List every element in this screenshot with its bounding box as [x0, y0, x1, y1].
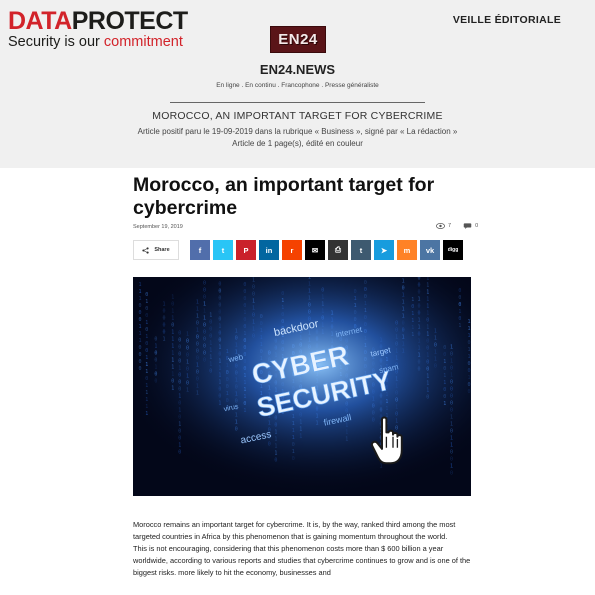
- article-paragraph-1: Morocco remains an important target for …: [133, 520, 456, 541]
- mix-icon: m: [403, 245, 411, 255]
- header-divider: [170, 102, 425, 103]
- twitter-icon: t: [221, 245, 225, 255]
- print-share-button[interactable]: ⎙: [328, 240, 348, 260]
- logo-text-protect: PROTECT: [71, 7, 188, 35]
- clipping-header: DATAPROTECT Security is our commitment V…: [0, 0, 595, 168]
- share-button[interactable]: Share: [133, 240, 179, 260]
- share-label: Share: [154, 247, 170, 253]
- publication-description: En ligne . En continu . Francophone . Pr…: [216, 82, 379, 89]
- clipping-meta-line1: Article positif paru le 19-09-2019 dans …: [137, 127, 458, 136]
- eye-icon: [436, 223, 445, 229]
- publication-name: EN24.NEWS: [259, 62, 336, 77]
- pinterest-icon: P: [243, 245, 249, 255]
- digg-icon: digg: [447, 247, 459, 253]
- social-share-buttons: f t Pin r ✉ ⎙ t ➤ m vk digg: [190, 240, 463, 260]
- cyber-security-illustration: 1110001110000010010100111011111010010010…: [133, 277, 471, 496]
- views-value: 7: [448, 223, 452, 229]
- article-body: Morocco remains an important target for …: [133, 519, 478, 579]
- tagline-accent: commitment: [103, 34, 183, 50]
- digg-share-button[interactable]: digg: [443, 240, 463, 260]
- telegram-icon: ➤: [380, 245, 388, 255]
- telegram-share-button[interactable]: ➤: [374, 240, 394, 260]
- en24-logo-text: EN24: [278, 31, 318, 48]
- dataprotect-logo: DATAPROTECT Security is our commitment: [8, 8, 188, 50]
- email-icon: ✉: [311, 245, 319, 255]
- twitter-share-button[interactable]: t: [213, 240, 233, 260]
- vk-icon: vk: [425, 245, 435, 255]
- linkedin-share-button[interactable]: in: [259, 240, 279, 260]
- veille-editoriale-label: VEILLE ÉDITORIALE: [452, 14, 561, 26]
- clipping-meta-line2: Article de 1 page(s), édité en couleur: [232, 139, 363, 148]
- vk-share-button[interactable]: vk: [420, 240, 440, 260]
- article-title: Morocco, an important target for cybercr…: [133, 174, 435, 219]
- tagline-prefix: Security is our: [8, 34, 104, 50]
- article-date: September 19, 2019: [133, 224, 183, 230]
- article-stats: 7 0: [436, 223, 478, 229]
- reddit-share-button[interactable]: r: [282, 240, 302, 260]
- tumblr-icon: t: [359, 245, 363, 255]
- article-paragraph-2: This is not encouraging, considering tha…: [133, 544, 471, 577]
- mix-share-button[interactable]: m: [397, 240, 417, 260]
- email-share-button[interactable]: ✉: [305, 240, 325, 260]
- linkedin-icon: in: [265, 245, 273, 255]
- logo-text-data: DATA: [8, 7, 72, 35]
- comments-count[interactable]: 0: [463, 223, 478, 229]
- print-icon: ⎙: [335, 245, 341, 254]
- clipping-meta: Article positif paru le 19-09-2019 dans …: [0, 126, 595, 150]
- share-bar: Share f t Pin r ✉ ⎙ t ➤ m vk digg: [133, 240, 463, 260]
- facebook-icon: f: [198, 245, 202, 255]
- comments-value: 0: [475, 223, 479, 229]
- views-count: 7: [436, 223, 451, 229]
- share-icon: [142, 246, 149, 254]
- pinterest-share-button[interactable]: P: [236, 240, 256, 260]
- tumblr-share-button[interactable]: t: [351, 240, 371, 260]
- clipping-heading: MOROCCO, AN IMPORTANT TARGET FOR CYBERCR…: [152, 110, 443, 122]
- comment-icon: [463, 223, 472, 229]
- article-hero-image: 1110001110000010010100111011111010010010…: [133, 277, 471, 496]
- facebook-share-button[interactable]: f: [190, 240, 210, 260]
- reddit-icon: r: [290, 245, 294, 255]
- en24-logo: EN24: [270, 26, 326, 53]
